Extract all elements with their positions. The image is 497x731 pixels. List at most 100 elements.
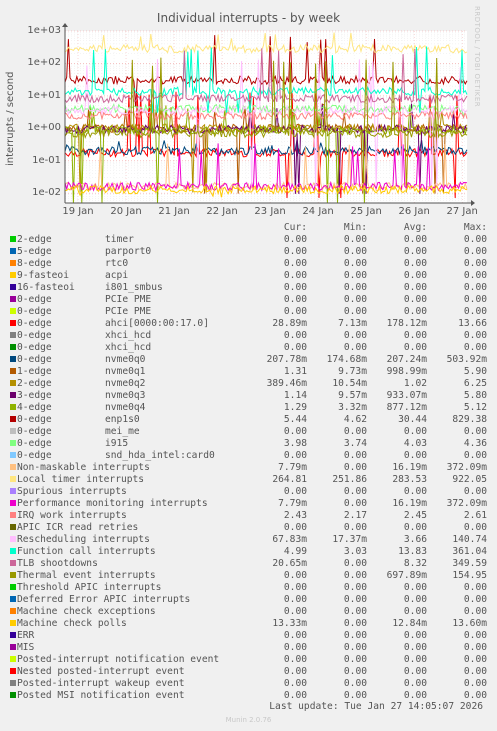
legend-avg: 13.83 [398,546,427,557]
legend-avg: 933.07m [386,390,427,401]
legend-min: 0.00 [343,258,367,269]
legend-label: 0-edge enp1s0 [17,414,249,426]
legend-label: Thermal event interrupts [17,570,249,582]
legend-min: 0.00 [343,342,367,353]
legend-label: IRQ work interrupts [17,510,249,522]
legend-avg: 0.00 [403,678,427,689]
series-desc: i915 [105,438,129,449]
legend-cur: 1.31 [283,366,307,377]
legend-min: 0.00 [343,282,367,293]
y-tick-label: 1e-02 [32,187,61,199]
legend-row: Non-maskable interrupts 7.79m 0.00 16.19m 37… [10,462,487,474]
legend-avg: 0.00 [403,666,427,677]
series-desc: nvme0q3 [105,390,146,401]
legend-row: 9-fasteoi acpi 0.00 0.00 0.00 0.00 [10,270,487,282]
legend-swatch [10,308,16,314]
legend-label: 0-edge xhci_hcd [17,342,249,354]
legend-avg: 0.00 [403,258,427,269]
legend-cur: 0.00 [283,678,307,689]
legend-swatch [10,500,16,506]
legend-swatch [10,608,16,614]
legend-swatch [10,620,16,626]
legend-max: 0.00 [463,282,487,293]
legend-cur: 264.81 [272,474,307,485]
legend-swatch [10,236,16,242]
series-desc: parport0 [105,246,152,257]
legend-min: 4.62 [343,414,367,425]
legend-label: Machine check exceptions [17,606,249,618]
legend-row: 8-edge rtc0 0.00 0.00 0.00 0.00 [10,258,487,270]
legend-min: 0.00 [343,294,367,305]
legend-min: 0.00 [343,270,367,281]
legend-label: ERR [17,630,249,642]
legend-cur: 0.00 [283,330,307,341]
legend-min: 251.86 [332,474,367,485]
series-name: 9-fasteoi [17,270,69,281]
series-name: 0-edge [17,294,52,305]
legend-label: 1-edge nvme0q1 [17,366,249,378]
legend-swatch [10,488,16,494]
legend-avg: 998.99m [386,366,427,377]
series-name: 0-edge [17,438,52,449]
legend-max: 0.00 [463,642,487,653]
series-name: 3-edge [17,390,52,401]
legend-cur: 1.29 [283,402,307,413]
legend-min: 0.00 [343,666,367,677]
legend-row: 0-edge xhci_hcd 0.00 0.00 0.00 0.00 [10,342,487,354]
legend-max: 0.00 [463,594,487,605]
legend-max: 5.12 [463,402,487,413]
series-desc: nvme0q0 [105,354,146,365]
legend-avg: 0.00 [403,486,427,497]
legend-row: Machine check exceptions 0.00 0.00 0.00 0.00 [10,606,487,618]
legend-swatch [10,404,16,410]
series-name: 5-edge [17,246,52,257]
legend-avg: 0.00 [403,654,427,665]
legend-max: 0.00 [463,306,487,317]
legend-label: Posted MSI notification event [17,690,249,702]
legend-max: 13.60m [452,618,487,629]
legend-row: Machine check polls 13.33m 0.00 12.84m 13.60… [10,618,487,630]
legend-label: 0-edge PCIe PME [17,306,249,318]
legend-row: ERR 0.00 0.00 0.00 0.00 [10,630,487,642]
legend-row: 0-edge xhci_hcd 0.00 0.00 0.00 0.00 [10,330,487,342]
legend-cur: 0.00 [283,630,307,641]
series-desc: PCIe PME [105,306,152,317]
legend-avg: 0.00 [403,282,427,293]
legend-min: 0.00 [343,654,367,665]
y-tick-label: 1e+01 [27,89,61,101]
legend-cur: 3.98 [283,438,307,449]
legend-header: Cur: Min: Avg: Max: [10,222,487,234]
legend-max: 0.00 [463,246,487,257]
plot-area [62,23,475,206]
legend-row: Posted-interrupt notification event 0.00 0… [10,654,487,666]
legend-row: Spurious interrupts 0.00 0.00 0.00 0.00 [10,486,487,498]
legend-max: 829.38 [452,414,487,425]
legend-min: 0.00 [343,678,367,689]
legend-label: Deferred Error APIC interrupts [17,594,249,606]
legend-max: 5.80 [463,390,487,401]
series-name: Thermal event interrupts [17,570,156,581]
legend-max: 0.00 [463,330,487,341]
y-axis-arrow [62,23,68,27]
legend-label: Posted-interrupt wakeup event [17,678,249,690]
series-desc: enp1s0 [105,414,140,425]
legend-swatch [10,584,16,590]
legend-swatch [10,644,16,650]
x-tick-label: 21 Jan [158,206,190,217]
y-tick-label: 1e+02 [27,57,61,69]
series-name: 16-fasteoi [17,282,75,293]
legend-label: Function call interrupts [17,546,249,558]
legend-cur: 0.00 [283,306,307,317]
legend-row: TLB shootdowns 20.65m 0.00 8.32 349.59 [10,558,487,570]
legend-avg: 0.00 [403,594,427,605]
legend-label: 4-edge nvme0q4 [17,402,249,414]
legend-swatch [10,680,16,686]
legend-avg: 0.00 [403,330,427,341]
legend-row: 4-edge nvme0q4 1.29 3.32m 877.12m 5.12 [10,402,487,414]
legend-max: 0.00 [463,270,487,281]
legend-swatch [10,368,16,374]
legend-swatch [10,380,16,386]
legend-swatch [10,248,16,254]
legend-min: 0.00 [343,462,367,473]
legend-label: 0-edge PCIe PME [17,294,249,306]
